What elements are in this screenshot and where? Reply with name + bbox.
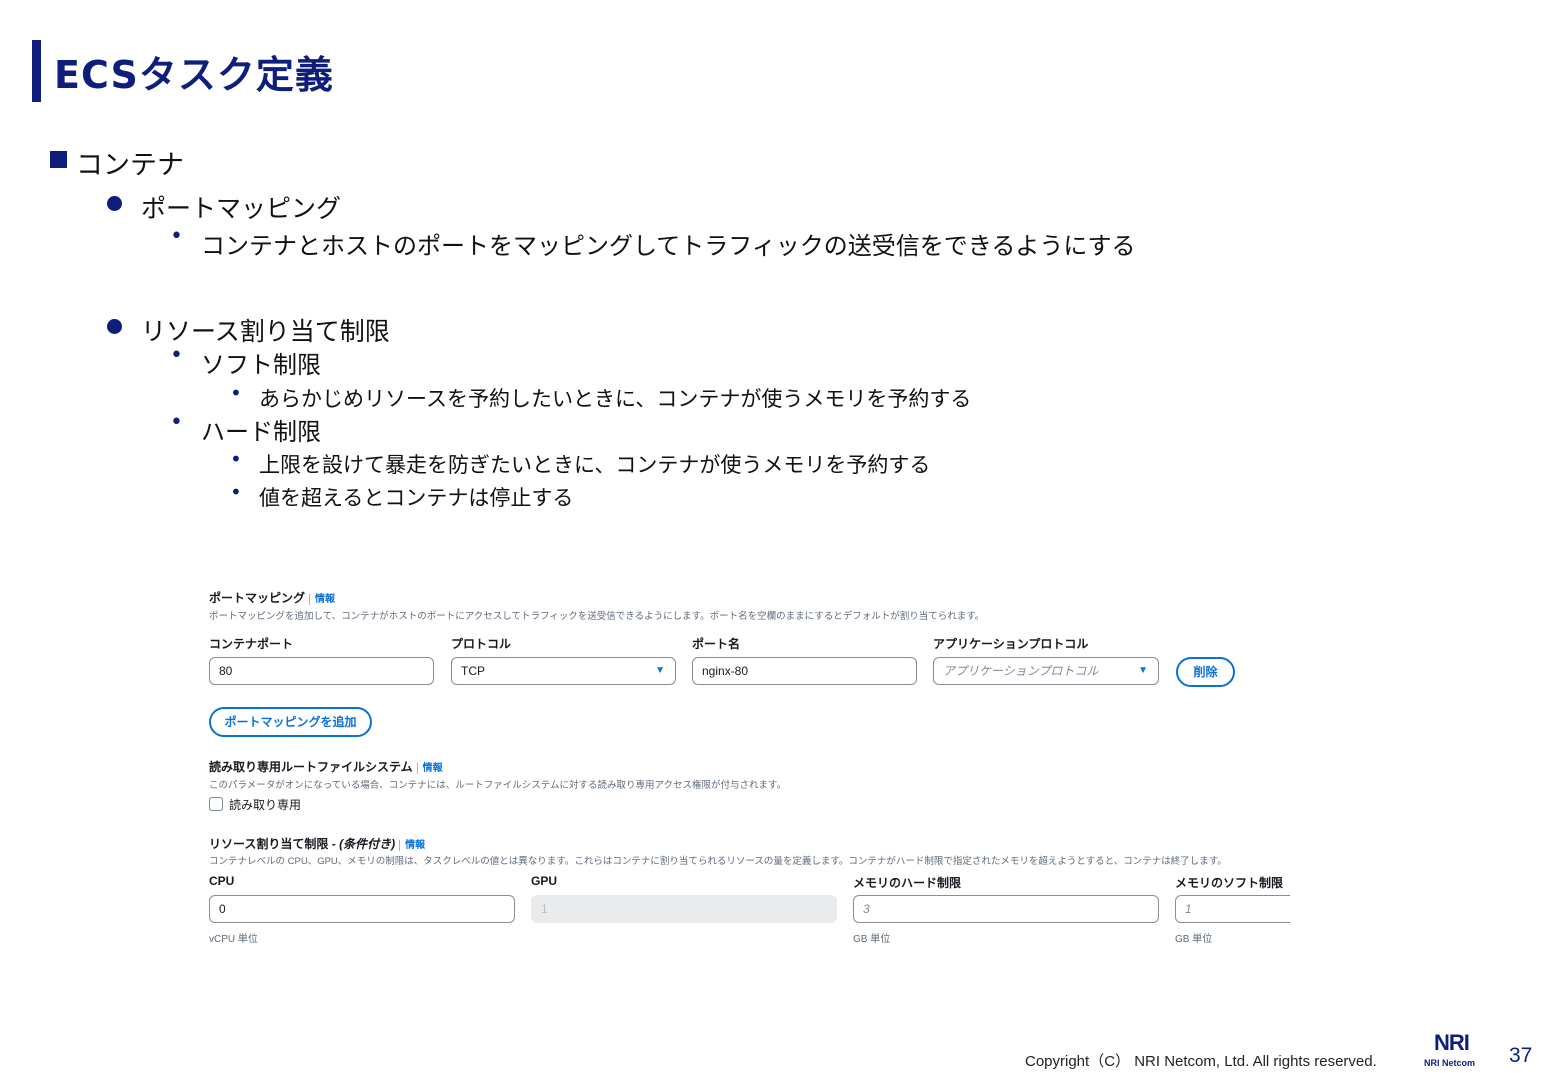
bullet-port-mapping-text: ポートマッピング [141,194,342,223]
resource-limits-conditional: (条件付き) [339,837,396,851]
readonly-header: 読み取り専用ルートファイルシステム 情報 [209,758,443,776]
hard-memory-unit: GB 単位 [853,934,891,945]
cpu-unit: vCPU 単位 [209,934,258,945]
slide-title: ECSタスク定義 [54,53,334,97]
outline-heading-text: コンテナ [76,150,184,181]
port-mapping-description: ポートマッピングを追加して、コンテナがホストのポートにアクセスしてトラフィックを… [209,611,985,622]
small-bullet-icon: • [170,224,183,249]
resource-limits-title: リソース割り当て制限 - [209,837,340,851]
add-port-mapping-button[interactable]: ポートマッピングを追加 [209,707,372,737]
protocol-select[interactable]: TCP ▼ [451,657,676,685]
nri-logo: NRI NRI Netcom [1424,1030,1484,1072]
caret-down-icon: ▼ [1138,665,1148,676]
gpu-label: GPU [531,874,558,888]
readonly-title: 読み取り専用ルートファイルシステム [209,760,413,774]
small-bullet-icon: • [170,410,183,435]
detail-soft-limit-text: あらかじめリソースを予約したいときに、コンテナが使うメモリを予約する [259,387,972,411]
round-bullet-icon [107,319,122,334]
sub-bullet-soft-limit-text: ソフト制限 [201,351,321,379]
cpu-label: CPU [209,874,235,888]
sub-bullet-port-desc-text: コンテナとホストのポートをマッピングしてトラフィックの送受信をできるようにする [201,232,1136,260]
port-name-input[interactable]: nginx-80 [692,657,917,685]
soft-memory-unit: GB 単位 [1175,934,1213,945]
square-bullet-icon [50,151,67,168]
port-name-label: ポート名 [692,637,741,651]
soft-memory-input[interactable]: 1 [1175,895,1290,923]
cpu-input[interactable]: 0 [209,895,515,923]
resource-limits-description: コンテナレベルの CPU、GPU、メモリの制限は、タスクレベルの値とは異なります… [209,856,1227,867]
caret-down-icon: ▼ [655,665,665,676]
small-bullet-icon: • [170,343,183,368]
resource-limits-header: リソース割り当て制限 - (条件付き) 情報 [209,835,426,853]
hard-memory-input[interactable]: 3 [853,895,1159,923]
readonly-checkbox-label[interactable]: 読み取り専用 [229,796,301,813]
resource-limits-info-link[interactable]: 情報 [399,840,426,851]
console-screenshot: ポートマッピング 情報 ポートマッピングを追加して、コンテナがホストのポートにアク… [200,580,1290,950]
soft-memory-label: メモリのソフト制限 [1175,876,1284,890]
container-port-label: コンテナポート [209,637,294,651]
sub-bullet-hard-limit-text: ハード制限 [201,418,321,446]
port-mapping-header: ポートマッピング 情報 [209,589,336,607]
logo-mark: NRI [1434,1030,1470,1055]
readonly-description: このパラメータがオンになっている場合、コンテナには、ルートファイルシステムに対す… [209,780,787,791]
app-protocol-select[interactable]: アプリケーションプロトコル ▼ [933,657,1159,685]
logo-text: NRI Netcom [1424,1058,1476,1068]
detail-hard-limit-2-text: 値を超えるとコンテナは停止する [259,486,574,510]
detail-hard-limit-1-text: 上限を設けて暴走を防ぎたいときに、コンテナが使うメモリを予約する [259,453,931,477]
hard-memory-label: メモリのハード制限 [853,876,962,890]
readonly-info-link[interactable]: 情報 [416,763,443,774]
small-bullet-icon: • [230,447,242,471]
round-bullet-icon [107,196,122,211]
copyright: Copyright（C） NRI Netcom, Ltd. All rights… [1025,1053,1377,1070]
small-bullet-icon: • [230,480,242,504]
page-number: 37 [1509,1044,1533,1067]
app-protocol-label: アプリケーションプロトコル [933,637,1089,651]
port-mapping-info-link[interactable]: 情報 [309,594,336,605]
container-port-input[interactable]: 80 [209,657,434,685]
small-bullet-icon: • [230,381,242,405]
title-accent-bar [32,40,41,102]
protocol-label: プロトコル [451,637,512,651]
app-protocol-placeholder: アプリケーションプロトコル [943,664,1099,678]
gpu-input[interactable]: 1 [531,895,837,923]
protocol-select-value: TCP [461,664,485,678]
port-mapping-title: ポートマッピング [209,591,306,605]
readonly-checkbox[interactable] [209,797,223,811]
delete-button[interactable]: 削除 [1176,657,1235,687]
